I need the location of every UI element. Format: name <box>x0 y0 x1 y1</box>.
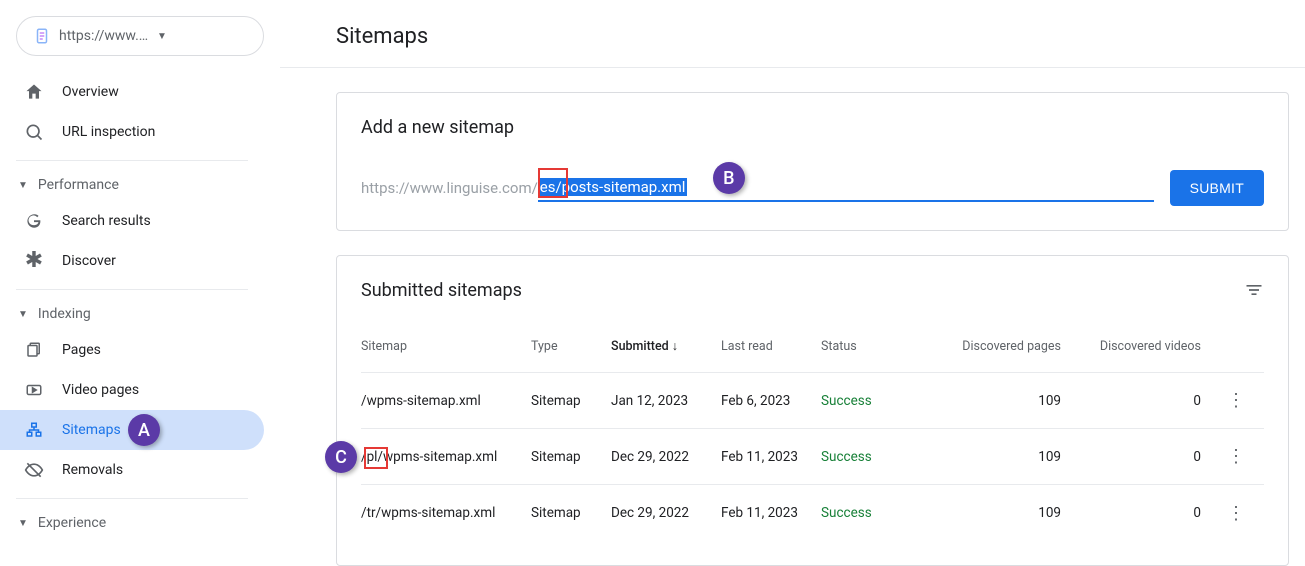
table-row[interactable]: C /pl/wpms-sitemap.xml Sitemap Dec 29, 2… <box>361 429 1264 485</box>
main: Sitemaps Add a new sitemap https://www.l… <box>280 0 1305 543</box>
nav-group-label: Indexing <box>38 306 91 322</box>
video-icon <box>24 380 44 400</box>
submitted-heading: Submitted sitemaps <box>361 280 1264 301</box>
nav-separator <box>16 160 248 161</box>
row-more-icon[interactable]: ⋮ <box>1221 390 1251 411</box>
cell-type: Sitemap <box>531 393 611 409</box>
hide-icon <box>24 460 44 480</box>
nav-pages[interactable]: Pages <box>0 330 264 370</box>
nav-group-indexing[interactable]: ▼ Indexing <box>0 298 264 330</box>
sitemap-url-input[interactable]: es/posts-sitemap.xml <box>538 174 1154 202</box>
cell-videos: 0 <box>1081 505 1221 521</box>
row-more-icon[interactable]: ⋮ <box>1221 446 1251 467</box>
submit-button[interactable]: SUBMIT <box>1170 170 1264 206</box>
cell-pages: 109 <box>941 505 1081 521</box>
nav-discover[interactable]: ✱ Discover <box>0 241 264 281</box>
add-sitemap-card: Add a new sitemap https://www.linguise.c… <box>336 92 1289 231</box>
chevron-down-icon: ▼ <box>18 309 28 320</box>
google-icon <box>24 211 44 231</box>
cell-type: Sitemap <box>531 449 611 465</box>
nav-label: Discover <box>62 253 116 269</box>
nav-label: Video pages <box>62 382 139 398</box>
nav-label: Search results <box>62 213 151 229</box>
nav-sitemaps[interactable]: Sitemaps A <box>0 410 264 450</box>
asterisk-icon: ✱ <box>24 251 44 271</box>
nav-label: Sitemaps <box>62 422 121 438</box>
property-selector[interactable]: https://www.linguis... ▼ <box>16 16 264 56</box>
col-pages[interactable]: Discovered pages <box>941 339 1081 354</box>
nav-removals[interactable]: Removals <box>0 450 264 490</box>
cell-last-read: Feb 11, 2023 <box>721 449 821 465</box>
nav-separator <box>16 498 248 499</box>
cell-submitted: Dec 29, 2022 <box>611 505 721 521</box>
table-header: Sitemap Type Submitted ↓ Last read Statu… <box>361 317 1264 373</box>
chevron-down-icon: ▼ <box>18 180 28 191</box>
nav-url-inspection[interactable]: URL inspection <box>0 112 264 152</box>
cell-submitted: Jan 12, 2023 <box>611 393 721 409</box>
sidebar: https://www.linguis... ▼ Overview URL in… <box>0 0 280 543</box>
nav-label: Pages <box>62 342 101 358</box>
cell-sitemap: /wpms-sitemap.xml <box>361 393 531 409</box>
filter-icon[interactable] <box>1244 280 1264 304</box>
cell-videos: 0 <box>1081 449 1221 465</box>
nav-group-label: Performance <box>38 177 119 193</box>
pages-icon <box>24 340 44 360</box>
annotation-redbox-b <box>538 168 568 198</box>
chevron-down-icon: ▼ <box>18 518 28 529</box>
submitted-sitemaps-card: Submitted sitemaps Sitemap Type Submitte… <box>336 255 1289 566</box>
cell-status: Success <box>821 449 941 465</box>
cell-type: Sitemap <box>531 505 611 521</box>
col-status[interactable]: Status <box>821 339 941 354</box>
col-submitted[interactable]: Submitted ↓ <box>611 339 721 354</box>
cell-videos: 0 <box>1081 393 1221 409</box>
sitemap-icon <box>24 420 44 440</box>
document-icon <box>33 27 51 45</box>
col-sitemap[interactable]: Sitemap <box>361 339 531 354</box>
annotation-marker-b: B <box>713 162 745 194</box>
nav: Overview URL inspection ▼ Performance Se… <box>0 72 280 539</box>
annotation-marker-c: C <box>325 441 357 473</box>
page-title: Sitemaps <box>336 0 1289 67</box>
home-icon <box>24 82 44 102</box>
annotation-marker-a: A <box>128 414 160 446</box>
nav-search-results[interactable]: Search results <box>0 201 264 241</box>
table-row[interactable]: /tr/wpms-sitemap.xml Sitemap Dec 29, 202… <box>361 485 1264 541</box>
cell-pages: 109 <box>941 393 1081 409</box>
sitemap-input-wrap: es/posts-sitemap.xml B <box>538 174 1154 202</box>
nav-group-performance[interactable]: ▼ Performance <box>0 169 264 201</box>
col-videos[interactable]: Discovered videos <box>1081 339 1221 354</box>
cell-last-read: Feb 6, 2023 <box>721 393 821 409</box>
annotation-redbox-c <box>364 447 388 469</box>
sort-arrow-icon: ↓ <box>672 339 678 354</box>
cell-sitemap: /tr/wpms-sitemap.xml <box>361 505 531 521</box>
cell-last-read: Feb 11, 2023 <box>721 505 821 521</box>
add-sitemap-heading: Add a new sitemap <box>361 117 1264 138</box>
cell-status: Success <box>821 393 941 409</box>
cell-submitted: Dec 29, 2022 <box>611 449 721 465</box>
cell-status: Success <box>821 505 941 521</box>
cell-pages: 109 <box>941 449 1081 465</box>
nav-label: Removals <box>62 462 123 478</box>
nav-separator <box>16 289 248 290</box>
col-label: Submitted <box>611 339 669 354</box>
add-sitemap-row: https://www.linguise.com/ es/posts-sitem… <box>361 170 1264 206</box>
row-more-icon[interactable]: ⋮ <box>1221 503 1251 524</box>
divider <box>280 67 1305 68</box>
nav-overview[interactable]: Overview <box>0 72 264 112</box>
col-last-read[interactable]: Last read <box>721 339 821 354</box>
nav-label: Overview <box>62 84 119 100</box>
url-prefix: https://www.linguise.com/ <box>361 179 538 197</box>
col-type[interactable]: Type <box>531 339 611 354</box>
caret-down-icon: ▼ <box>157 31 247 42</box>
table-row[interactable]: /wpms-sitemap.xml Sitemap Jan 12, 2023 F… <box>361 373 1264 429</box>
search-icon <box>24 122 44 142</box>
nav-group-label: Experience <box>38 515 106 531</box>
nav-label: URL inspection <box>62 124 155 140</box>
nav-group-experience[interactable]: ▼ Experience <box>0 507 264 539</box>
property-url: https://www.linguis... <box>59 28 149 44</box>
nav-video-pages[interactable]: Video pages <box>0 370 264 410</box>
